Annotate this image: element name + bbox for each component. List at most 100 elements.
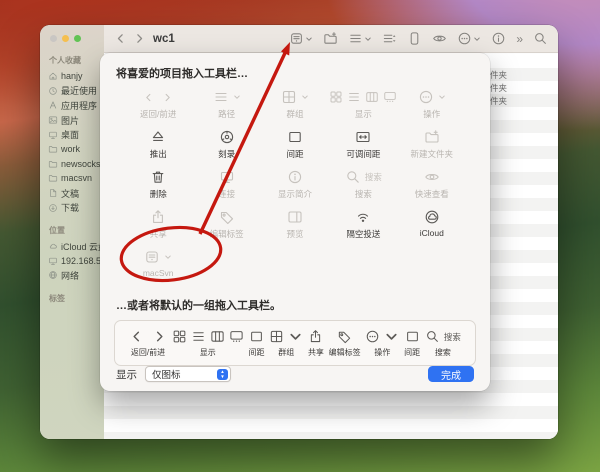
- sidebar-item-label: 网络: [61, 270, 80, 281]
- palette-item-macsvn[interactable]: macSvn: [124, 245, 192, 285]
- palette-item-label: 快速查看: [414, 189, 449, 199]
- palette-item-path[interactable]: 路径: [192, 85, 260, 125]
- sidebar-section-title: 个人收藏: [49, 56, 81, 65]
- sidebar-item-downloads[interactable]: 下载: [48, 200, 100, 215]
- new-folder-icon: [424, 129, 440, 145]
- palette-item-share[interactable]: 共享: [124, 205, 192, 245]
- back-button[interactable]: [114, 32, 127, 45]
- space2-icon: [405, 329, 420, 344]
- zoom-button[interactable]: [74, 35, 81, 42]
- item-icon-row: 搜索: [345, 168, 382, 186]
- close-button[interactable]: [50, 35, 57, 42]
- palette-item-new-folder[interactable]: 新建文件夹: [398, 125, 466, 165]
- sidebar-item-work[interactable]: work: [48, 142, 100, 157]
- toolbar-space-button[interactable]: [407, 31, 422, 46]
- letter-a-icon: [48, 100, 58, 110]
- sidebar-item-macsvn[interactable]: macsvn: [48, 171, 100, 186]
- search-icon: [345, 169, 361, 185]
- file-row: 件夹: [490, 83, 508, 93]
- palette-item-label: 删除: [149, 189, 167, 199]
- palette-item-burn[interactable]: 刻录: [192, 125, 260, 165]
- palette-item-label: 路径: [218, 109, 236, 119]
- sidebar-item-documents[interactable]: 文稿: [48, 186, 100, 201]
- sidebar-item-icloud-drive[interactable]: iCloud 云盘: [48, 239, 100, 254]
- item-icon-row: [329, 88, 397, 106]
- action-icon: [365, 329, 380, 344]
- default-item-share[interactable]: 共享: [308, 329, 324, 358]
- forward-button[interactable]: [133, 32, 146, 45]
- default-item-label: 间距: [248, 347, 265, 357]
- toolbar-macsvn-button[interactable]: [289, 31, 313, 46]
- palette-item-search[interactable]: 搜索 搜索: [329, 165, 397, 205]
- palette-item-quick-look[interactable]: 快速查看: [398, 165, 466, 205]
- toolbar-group-sort-button[interactable]: [382, 31, 397, 46]
- sidebar-item-server[interactable]: 192.168.50: [48, 254, 100, 269]
- default-toolbar-set[interactable]: 返回/前进 显示 间距 群组 共享 编辑标签 操作 间距 搜索 搜索: [114, 320, 476, 366]
- toolbar-overflow-button[interactable]: »: [516, 33, 523, 45]
- palette-item-delete[interactable]: 删除: [124, 165, 192, 205]
- item-icon-row: [424, 168, 440, 186]
- default-item-group[interactable]: 群组: [269, 329, 303, 358]
- palette-item-view[interactable]: 显示: [329, 85, 397, 125]
- item-icon-row: [213, 88, 241, 106]
- desktop-icon: [48, 256, 58, 266]
- drag-hint-text: 将喜爱的项目拖入工具栏…: [116, 68, 248, 80]
- sidebar-item-recents[interactable]: 最近使用: [48, 84, 100, 99]
- sidebar-item-newsocks[interactable]: newsocks: [48, 157, 100, 172]
- sidebar-section-title: 标签: [49, 293, 65, 303]
- default-item-space[interactable]: 间距: [248, 329, 264, 358]
- toolbar-path-button[interactable]: [348, 31, 372, 46]
- default-item-space2[interactable]: 间距: [404, 329, 420, 358]
- toolbar-action-button[interactable]: [457, 31, 481, 46]
- toolbar-get-info-button[interactable]: [491, 31, 506, 46]
- sheet-footer: 显示 仅图标 ▲ ▼ 完成: [116, 366, 474, 382]
- minimize-button[interactable]: [62, 35, 69, 42]
- default-item-label: 编辑标签: [328, 347, 361, 357]
- eject-icon: [150, 129, 166, 145]
- palette-item-group[interactable]: 群组: [261, 85, 329, 125]
- show-label: 显示: [116, 368, 137, 381]
- toolbar-quick-look-button[interactable]: [432, 31, 447, 46]
- palette-item-label: macSvn: [142, 268, 174, 278]
- done-button[interactable]: 完成: [428, 366, 474, 382]
- sidebar-item-pictures[interactable]: 图片: [48, 113, 100, 128]
- chevron-down-icon: [473, 35, 481, 43]
- sidebar-item-desktop[interactable]: 桌面: [48, 127, 100, 142]
- palette-item-label: 搜索: [354, 189, 372, 199]
- item-icon-row: [287, 128, 303, 146]
- sidebar-item-applications[interactable]: 应用程序: [48, 98, 100, 113]
- item-icon-row: [150, 168, 166, 186]
- delete-icon: [150, 169, 166, 185]
- back-icon: [143, 92, 154, 103]
- palette-item-action[interactable]: 操作: [398, 85, 466, 125]
- show-mode-dropdown[interactable]: 仅图标 ▲ ▼: [145, 366, 231, 382]
- default-item-search[interactable]: 搜索 搜索: [425, 329, 461, 358]
- palette-item-label: 返回/前进: [140, 109, 177, 119]
- toolbar-new-folder-button[interactable]: [323, 31, 338, 46]
- search-placeholder-text: 搜索: [443, 331, 461, 342]
- palette-item-flexible-space[interactable]: 可调间距: [329, 125, 397, 165]
- default-item-action[interactable]: 操作: [365, 329, 399, 358]
- item-icon-row: [405, 329, 420, 345]
- sidebar-item-hanjy[interactable]: hanjy: [48, 69, 100, 84]
- palette-item-eject[interactable]: 推出: [124, 125, 192, 165]
- palette-item-connect[interactable]: 连接: [192, 165, 260, 205]
- palette-item-icloud[interactable]: iCloud: [398, 205, 466, 245]
- palette-item-preview[interactable]: 预览: [261, 205, 329, 245]
- chevron-down-icon: [164, 253, 172, 261]
- sidebar-item-network[interactable]: 网络: [48, 268, 100, 283]
- document-icon: [48, 188, 58, 198]
- palette-item-back-forward[interactable]: 返回/前进: [124, 85, 192, 125]
- toolbar-search-button[interactable]: [533, 31, 548, 46]
- sidebar-item-label: 下载: [61, 203, 80, 214]
- default-item-view[interactable]: 显示: [172, 329, 244, 358]
- palette-item-airdrop[interactable]: 隔空投送: [329, 205, 397, 245]
- item-icon-row: [143, 88, 173, 106]
- default-item-edit-tags[interactable]: 编辑标签: [329, 329, 361, 358]
- item-icon-row: [219, 208, 235, 226]
- palette-item-edit-tags[interactable]: 编辑标签: [192, 205, 260, 245]
- palette-item-space[interactable]: 间距: [261, 125, 329, 165]
- palette-item-get-info[interactable]: 显示简介: [261, 165, 329, 205]
- default-item-back-forward[interactable]: 返回/前进: [129, 329, 167, 358]
- folder-icon: [48, 144, 58, 154]
